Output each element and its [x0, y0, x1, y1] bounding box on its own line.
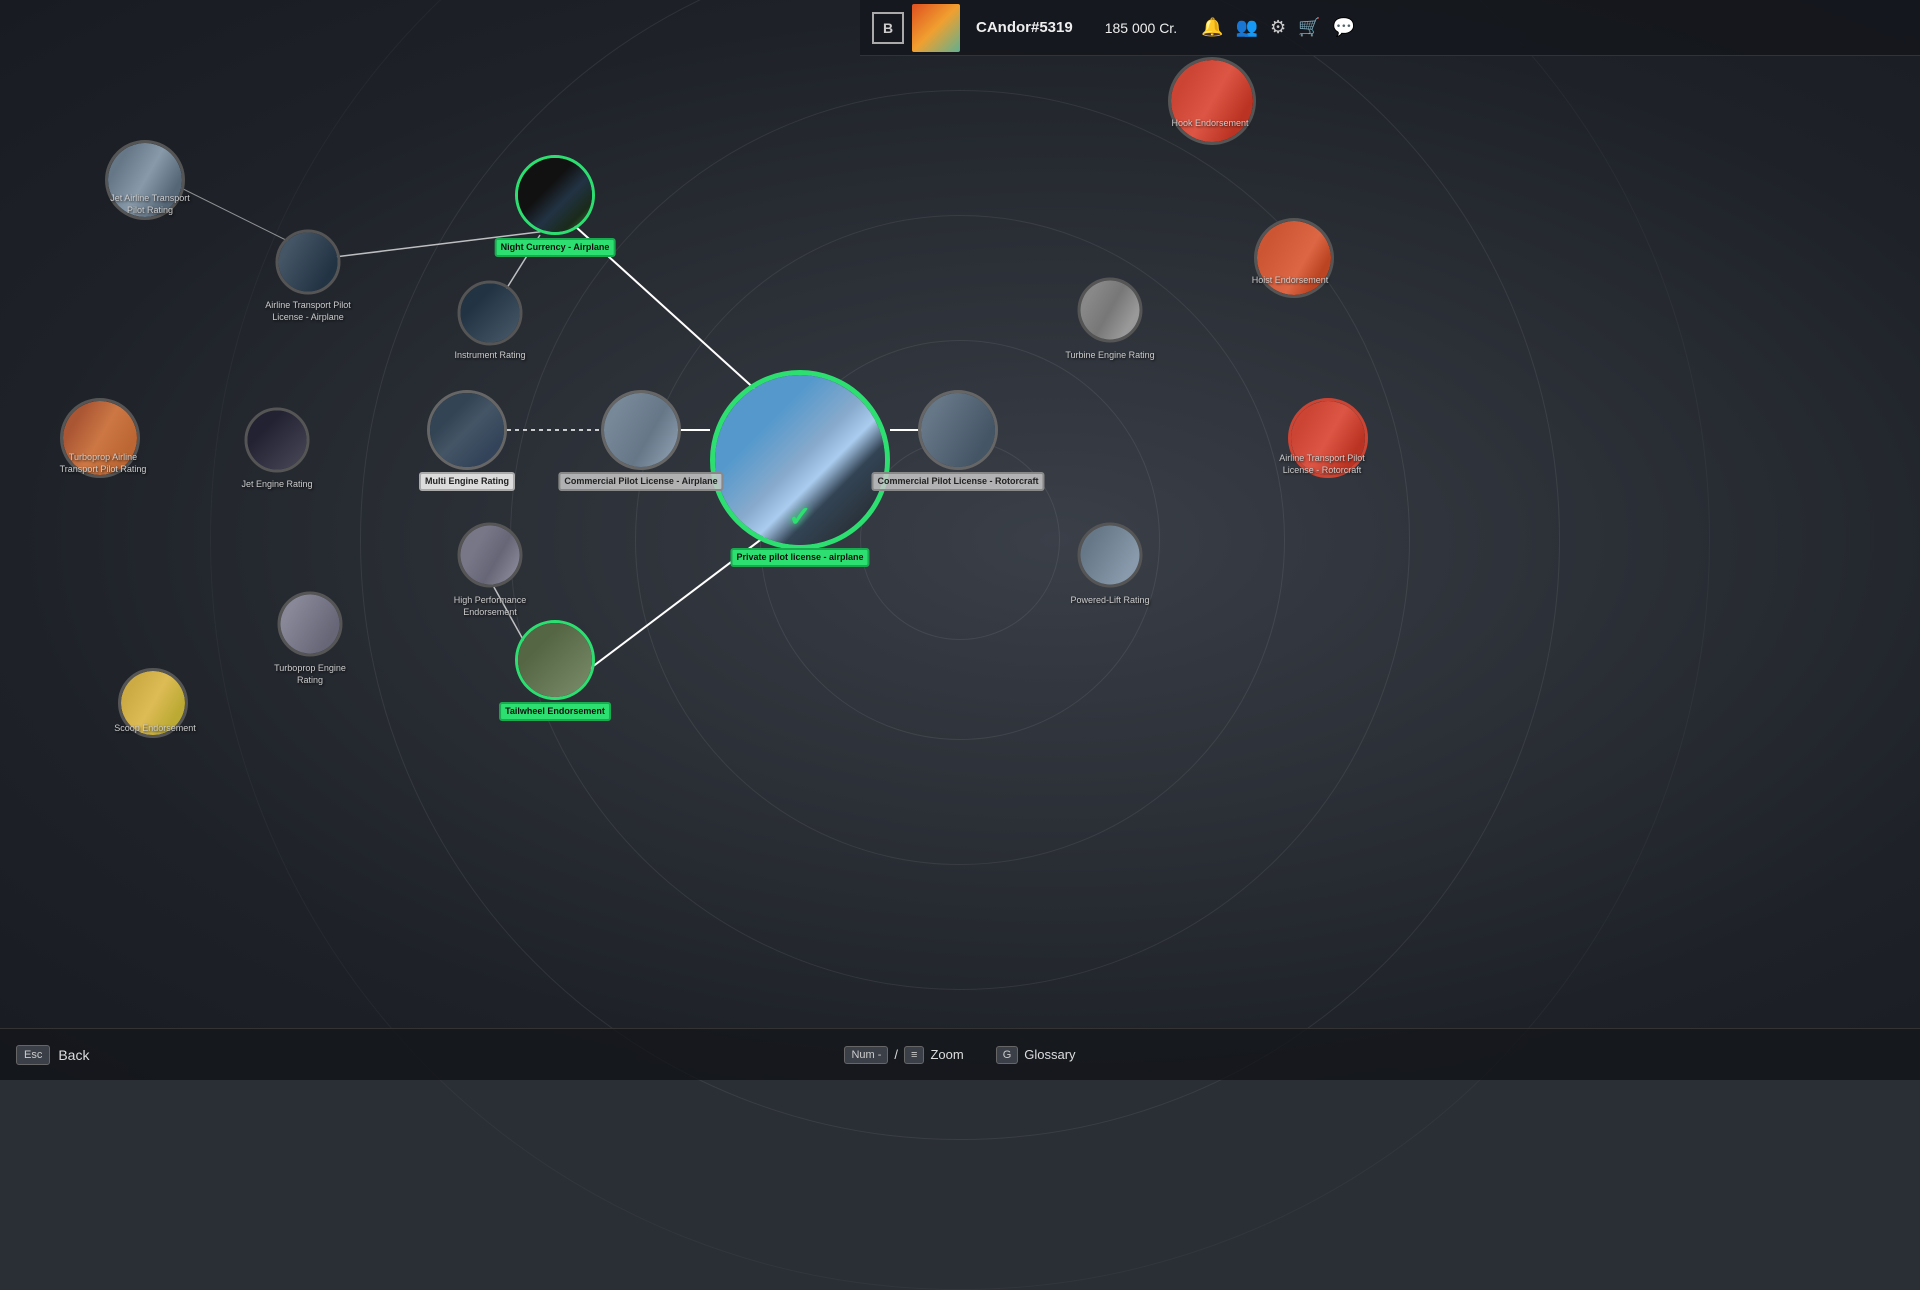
friends-icon[interactable]: 👥: [1236, 17, 1258, 38]
label-airline-rotorcraft: Airline Transport Pilot License - Rotorc…: [1277, 453, 1367, 476]
zoom-label: Zoom: [930, 1047, 963, 1062]
credits: 185 000 Cr.: [1089, 20, 1193, 36]
node-image-commercial-rotorcraft: [921, 393, 995, 467]
g-key[interactable]: G: [996, 1046, 1019, 1064]
node-tailwheel[interactable]: [515, 620, 595, 700]
label-powered-lift: Powered-Lift Rating: [1065, 595, 1155, 607]
topbar-icons: 🔔 👥 ⚙ 🛒 💬: [1201, 17, 1355, 38]
completed-checkmark: ✓: [788, 500, 811, 533]
zoom-hint: Num - / ≡ Zoom: [844, 1046, 963, 1064]
node-image-high-performance: [461, 526, 520, 585]
node-night-currency[interactable]: [515, 155, 595, 235]
node-private-pilot[interactable]: ✓: [710, 370, 890, 550]
node-commercial-airplane[interactable]: [601, 390, 681, 470]
glossary-hint: G Glossary: [996, 1046, 1076, 1064]
node-image-powered-lift: [1081, 526, 1140, 585]
node-label-night-currency: Night Currency - Airplane: [495, 238, 616, 257]
shop-icon[interactable]: 🛒: [1298, 17, 1320, 38]
label-hook: Hook Endorsement: [1165, 118, 1255, 130]
label-atp-license: Airline Transport Pilot License - Airpla…: [263, 300, 353, 323]
b-button[interactable]: B: [872, 12, 904, 44]
label-instrument-rating: Instrument Rating: [445, 350, 535, 362]
user-avatar: [912, 4, 960, 52]
node-label-commercial-rotorcraft: Commercial Pilot License - Rotorcraft: [871, 472, 1044, 491]
bottom-hints: Num - / ≡ Zoom G Glossary: [844, 1046, 1075, 1064]
node-image-multi-engine: [430, 393, 504, 467]
back-section: Esc Back: [0, 1045, 89, 1065]
node-turbine-engine[interactable]: [1078, 278, 1143, 343]
node-image-jet-engine: [248, 411, 307, 470]
chat-icon[interactable]: 💬: [1333, 17, 1355, 38]
node-high-performance[interactable]: [458, 523, 523, 588]
label-jet-engine: Jet Engine Rating: [232, 479, 322, 491]
node-powered-lift[interactable]: [1078, 523, 1143, 588]
esc-key[interactable]: Esc: [16, 1045, 50, 1065]
back-label: Back: [58, 1047, 89, 1063]
node-label-commercial-airplane: Commercial Pilot License - Airplane: [558, 472, 723, 491]
node-turboprop-engine[interactable]: [278, 592, 343, 657]
topbar: B CAndor#5319 185 000 Cr. 🔔 👥 ⚙ 🛒 💬: [860, 0, 1920, 56]
node-jet-engine[interactable]: [245, 408, 310, 473]
node-instrument-rating[interactable]: [458, 281, 523, 346]
node-image-turboprop-engine: [281, 595, 340, 654]
glossary-label: Glossary: [1024, 1047, 1075, 1062]
zoom-icon-key[interactable]: ≡: [904, 1046, 924, 1064]
node-atp-license[interactable]: [276, 230, 341, 295]
node-image-commercial-airplane: [604, 393, 678, 467]
label-high-performance: High Performance Endorsement: [445, 595, 535, 618]
notification-icon[interactable]: 🔔: [1201, 17, 1223, 38]
node-multi-engine[interactable]: [427, 390, 507, 470]
node-hook[interactable]: [1168, 57, 1256, 145]
node-image-night-currency: [518, 158, 592, 232]
username: CAndor#5319: [968, 19, 1081, 36]
node-commercial-rotorcraft[interactable]: [918, 390, 998, 470]
label-hoist: Hoist Endorsement: [1245, 275, 1335, 287]
label-turboprop-engine: Turboprop Engine Rating: [265, 663, 355, 686]
label-scoop: Scoop Endorsement: [110, 723, 200, 735]
node-image-instrument: [461, 284, 520, 343]
node-image-atp: [279, 233, 338, 292]
node-label-tailwheel: Tailwheel Endorsement: [499, 702, 611, 721]
bottombar: Esc Back Num - / ≡ Zoom G Glossary: [0, 1028, 1920, 1080]
node-image-tailwheel: [518, 623, 592, 697]
node-label-multi-engine: Multi Engine Rating: [419, 472, 515, 491]
settings-icon[interactable]: ⚙: [1270, 17, 1286, 38]
node-image-hook: [1171, 60, 1253, 142]
label-turbine-engine: Turbine Engine Rating: [1065, 350, 1155, 362]
node-image-turbine-engine: [1081, 281, 1140, 340]
label-turboprop-airline: Turboprop Airline Transport Pilot Rating: [58, 452, 148, 475]
slash-sep: /: [894, 1047, 898, 1062]
label-airline-transport: Jet Airline Transport Pilot Rating: [105, 193, 195, 216]
num-key[interactable]: Num -: [844, 1046, 888, 1064]
node-label-private-pilot: Private pilot license - airplane: [730, 548, 869, 567]
